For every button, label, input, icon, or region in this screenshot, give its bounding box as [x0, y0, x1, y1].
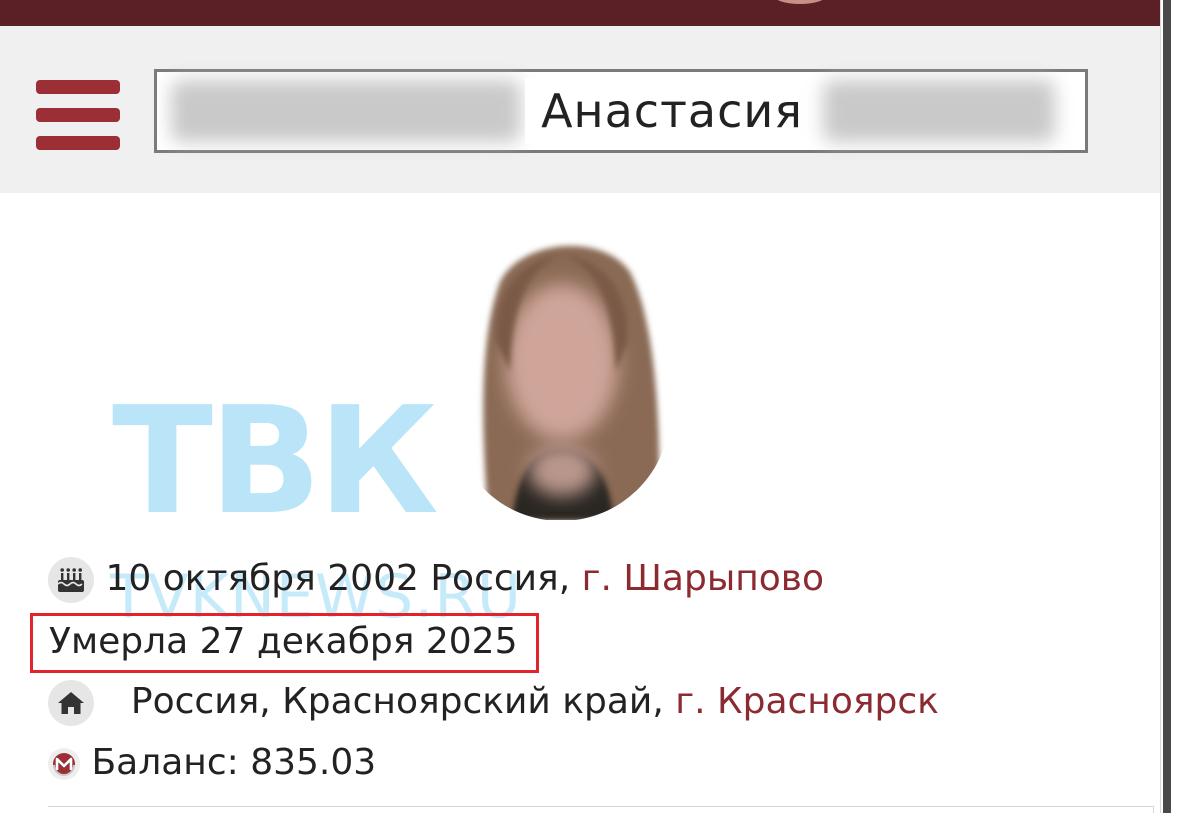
birth-country: Россия, [430, 558, 571, 599]
content-divider-corner [1153, 806, 1154, 813]
balance-row: Баланс: 835.03 [48, 741, 376, 785]
menu-line [36, 136, 120, 150]
residence-region: Россия, Красноярский край, [130, 681, 664, 722]
birth-row: 10 октября 2002 Россия, г. Шарыпово [48, 557, 824, 603]
birth-date: 10 октября 2002 [105, 558, 419, 599]
top-bar-avatar-edge [772, 0, 828, 4]
balance-value: 835.03 [250, 742, 377, 783]
top-bar [0, 0, 1179, 26]
residence-row: Россия, Красноярский край, г. Красноярск [48, 680, 939, 726]
birth-city-link[interactable]: г. Шарыпово [582, 558, 824, 599]
blurred-surname [171, 80, 521, 142]
watermark-logo: ТВК [112, 375, 439, 547]
blurred-patronymic [823, 80, 1055, 142]
death-date: Умерла 27 декабря 2025 [49, 621, 518, 662]
balance-label: Баланс: [91, 742, 239, 783]
hamburger-menu-icon[interactable] [36, 80, 120, 150]
profile-first-name: Анастасия [525, 78, 819, 144]
residence-city-link[interactable]: г. Красноярск [675, 681, 939, 722]
profile-name-box: Анастасия [154, 69, 1088, 153]
menu-line [36, 108, 120, 122]
death-date-highlight: Умерла 27 декабря 2025 [30, 613, 539, 673]
content-divider [48, 806, 1154, 807]
currency-m-icon [48, 748, 80, 780]
menu-line [36, 80, 120, 94]
birthday-cake-icon [48, 557, 94, 603]
scrollbar-track[interactable] [1160, 0, 1179, 813]
home-icon [48, 680, 94, 726]
scrollbar-thumb[interactable] [1163, 0, 1171, 813]
